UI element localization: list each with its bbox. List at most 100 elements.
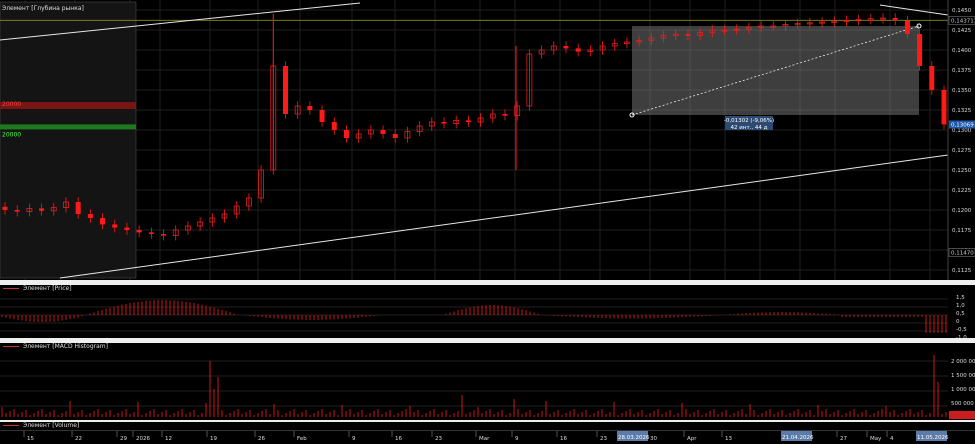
macd-chart[interactable]: 1,51,00,50-0,5-1,0 <box>0 293 975 338</box>
time-tick-label: 15 <box>27 436 34 442</box>
macd-pane[interactable]: 1,5 1,0 0,5 0 -0,5 -1,0 <box>0 293 975 338</box>
candle-body <box>75 202 81 214</box>
price-legend: Элемент [Price] <box>0 285 948 293</box>
volume-tick-label: 1 000 00. <box>951 387 975 393</box>
trend-line-lower <box>59 154 949 279</box>
price-tick-label: 0,1250 <box>952 168 972 174</box>
depth-bid-bar <box>0 124 136 130</box>
volume-tick-label: 500 000 <box>951 401 974 407</box>
candle-body <box>124 227 130 230</box>
time-tick-label: Apr <box>687 436 697 442</box>
candle-body <box>2 206 8 210</box>
candle-body <box>392 134 398 138</box>
volume-legend: Элемент [Volume] <box>0 422 948 430</box>
volume-tick-label: 2 000 00. <box>951 359 975 365</box>
time-tick-label: 13 <box>725 436 732 442</box>
macd-tick-label: -0,5 <box>956 327 967 333</box>
time-tick-label: 22 <box>75 436 82 442</box>
time-tick-label: 4 <box>890 436 894 442</box>
volume-legend-label: Элемент [Volume] <box>23 422 80 429</box>
depth-bid-label: 20000 <box>2 131 21 138</box>
macd-tick-label: 1,5 <box>956 295 965 301</box>
measure-change: -0,01302 (-9,06%) <box>724 118 774 124</box>
series-line-icon <box>3 425 19 426</box>
time-tick-label: 23 <box>600 436 607 442</box>
time-tick-label: Mar <box>479 436 490 442</box>
candle-body <box>331 122 337 130</box>
time-tick-label: May <box>870 436 882 442</box>
series-line-icon <box>3 288 19 289</box>
time-tick-label: 26 <box>258 436 265 442</box>
candle-body <box>87 214 93 218</box>
price-tick-label: 0,1225 <box>952 188 972 194</box>
price-tick-label: 0,1425 <box>952 28 972 34</box>
macd-legend-label: Элемент [MACD Histogram] <box>23 343 108 350</box>
high-price-badge: 0,14371 <box>951 18 974 24</box>
price-tick-label: 0,1175 <box>952 228 972 234</box>
candle-body <box>161 234 167 236</box>
candle-body <box>136 230 142 233</box>
volume-chart[interactable]: 2 000 00. 1 500 00. 1 000 00. 500 000 <box>0 351 975 421</box>
time-tick-label: 19 <box>210 436 217 442</box>
candle-body <box>14 210 20 212</box>
price-tick-label: 0,1300 <box>952 128 972 134</box>
price-legend-label: Элемент [Price] <box>23 285 72 292</box>
candle-body <box>917 34 923 66</box>
price-tick-label: 0,1200 <box>952 208 972 214</box>
candle-body <box>892 18 898 21</box>
low-price-badge: 0,11470 <box>951 250 974 256</box>
price-tick-label: 0,1375 <box>952 68 972 74</box>
candle-body <box>343 130 349 138</box>
time-axis-labels: 15 22 29 2026 12 19 26 Feb 9 16 23 Mar 9 16 23 30 Apr 13 2… <box>23 431 949 442</box>
last-price-badge: 0,13069 <box>951 122 974 128</box>
price-tick-label: 0,1400 <box>952 48 972 54</box>
time-tick-label: 9 <box>352 436 356 442</box>
candle-body <box>941 90 947 125</box>
depth-of-market-label: Элемент [Глубина рынка] <box>2 5 84 12</box>
date-badge: 28.03.2026 <box>618 435 650 441</box>
candle-body <box>685 34 691 36</box>
candle-body <box>380 130 386 134</box>
price-tick-label: 0,1275 <box>952 148 972 154</box>
price-tick-label: 0,1125 <box>952 268 972 274</box>
price-pane[interactable]: 20000 20000 -0,01302 (-9,06%) 42 инт., 44 д… <box>0 0 975 280</box>
price-axis-bg <box>948 0 975 280</box>
candle-body <box>465 120 471 122</box>
macd-tick-label: 1,0 <box>956 303 965 309</box>
candle-body <box>904 20 910 34</box>
candle-body <box>100 218 106 225</box>
volume-last-badge <box>949 411 975 419</box>
candle-body <box>39 208 45 211</box>
time-axis[interactable]: 15 22 29 2026 12 19 26 Feb 9 16 23 Mar 9 16 23 30 Apr 13 2… <box>0 430 975 444</box>
measure-span: 42 инт., 44 д <box>731 125 768 131</box>
time-tick-label: 16 <box>395 436 402 442</box>
candle-body <box>441 122 447 124</box>
candle-body <box>307 106 313 110</box>
volume-tick-label: 1 500 00. <box>951 373 975 379</box>
time-tick-label: 9 <box>515 436 519 442</box>
time-tick-label: 16 <box>560 436 567 442</box>
price-tick-label: 0,1350 <box>952 88 972 94</box>
time-tick-label: 29 <box>120 436 127 442</box>
depth-of-market-panel <box>0 1 137 279</box>
candle-body <box>112 224 118 228</box>
volume-pane[interactable]: 2 000 00. 1 500 00. 1 000 00. 500 000 <box>0 351 975 421</box>
depth-ask-label: 20000 <box>2 101 21 108</box>
macd-tick-label: 0,5 <box>956 311 965 317</box>
date-badge: 11.05.2026 <box>917 435 949 441</box>
time-tick-label: 27 <box>840 436 847 442</box>
candle-body <box>575 48 581 52</box>
price-tick-label: 0,1325 <box>952 108 972 114</box>
candle-body <box>282 66 288 114</box>
time-tick-label: 12 <box>165 436 172 442</box>
time-tick-label: 30 <box>650 436 657 442</box>
time-tick-label: Feb <box>297 436 307 442</box>
series-line-icon <box>3 346 19 347</box>
candle-body <box>148 232 154 234</box>
time-tick-label: 23 <box>435 436 442 442</box>
candle-body <box>319 110 325 122</box>
macd-legend: Элемент [MACD Histogram] <box>0 343 948 351</box>
price-chart[interactable]: 20000 20000 -0,01302 (-9,06%)42 инт., 44 д… <box>0 0 975 280</box>
time-tick-label: 2026 <box>136 436 150 442</box>
candle-body <box>563 46 569 49</box>
